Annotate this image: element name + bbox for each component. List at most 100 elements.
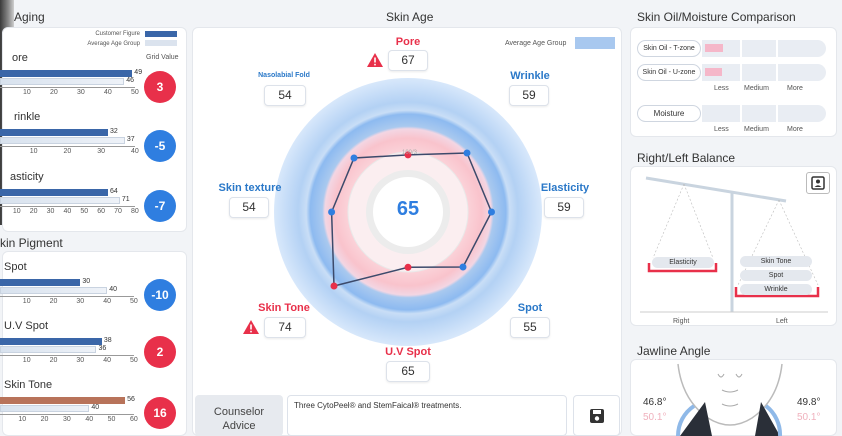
average-bar: [0, 78, 125, 85]
axis-tick-label: 20: [40, 416, 49, 423]
axis-tick-label: 60: [130, 416, 138, 423]
radar-point-skin-texture: [328, 208, 336, 216]
axis-tick-label: 10: [22, 298, 31, 305]
bar-axis: [0, 87, 135, 88]
app-root: Aging Customer Figure Average Age Group …: [0, 0, 842, 436]
grid-value-badge: 3: [144, 71, 176, 103]
customer-bar: [0, 70, 133, 77]
balance-left-item: Wrinkle: [740, 284, 812, 295]
oil-tzone-label: Skin Oil - T-zone: [637, 40, 701, 57]
axis-tick-label: 40: [104, 89, 112, 96]
save-button[interactable]: [573, 395, 620, 436]
balance-left-item: Skin Tone: [740, 256, 812, 267]
category-label-skin-texture: Skin texture: [218, 182, 282, 194]
average-value: 46: [126, 77, 134, 84]
axis-tick-label: 20: [49, 357, 58, 364]
metric-label: rinkle: [14, 111, 41, 123]
balance-right-label: Right: [673, 318, 690, 325]
axis-tick-label: 10: [12, 208, 21, 215]
jaw-left-value: 46.8°: [643, 397, 667, 408]
metric-label: Skin Tone: [4, 379, 53, 391]
axis-tick-label: 10: [18, 416, 27, 423]
axis-tick-label: 30: [63, 416, 71, 423]
metric-label: ore: [12, 52, 28, 64]
counselor-advice-input[interactable]: Three CytoPeel® and StemFaical® treatmen…: [287, 395, 567, 436]
customer-value: 56: [127, 396, 135, 403]
category-value-nasolabial-fold: 54: [264, 85, 306, 106]
average-bar: [0, 197, 120, 204]
axis-tick-label: 10: [29, 148, 38, 155]
warning-icon: [243, 320, 259, 334]
oil-moisture-title: Skin Oil/Moisture Comparison: [637, 10, 796, 24]
grid-value-badge: 2: [144, 336, 176, 368]
category-label-pore: Pore: [395, 36, 421, 48]
customer-bar: [0, 338, 102, 345]
axis-tick-label: 20: [49, 298, 58, 305]
counselor-label-line2: Advice: [222, 420, 256, 432]
grid-value-badge: -7: [144, 190, 176, 222]
balance-scale: [640, 176, 828, 313]
oil-uzone-fill: [705, 68, 722, 76]
warning-icon: [367, 53, 383, 67]
grid-value-badge: -10: [144, 279, 176, 311]
oil-tzone-more: [778, 40, 826, 57]
category-value-skin-texture: 54: [229, 197, 269, 218]
legend-customer-swatch: [145, 31, 177, 37]
axis-tick-label: 20: [63, 148, 72, 155]
jaw-right-avg: 50.1°: [797, 412, 821, 423]
axis-tick-label: 20: [50, 89, 58, 96]
axis-tick-label: 40: [103, 357, 111, 364]
axis-tick-label: 80: [131, 208, 139, 215]
axis-tick-label: 20: [29, 208, 38, 215]
legend-average-swatch: [145, 40, 177, 46]
balance-title: Right/Left Balance: [637, 151, 736, 165]
average-value: 37: [126, 136, 135, 143]
oil-uzone-label: Skin Oil - U-zone: [637, 64, 701, 81]
customer-bar: [0, 397, 126, 404]
bar-axis: [0, 355, 134, 356]
moisture-label: Moisture: [637, 105, 701, 122]
skin-age-legend-swatch: [575, 37, 615, 49]
average-bar: [0, 346, 97, 353]
moisture-medium: [742, 105, 776, 122]
metric-label: asticity: [10, 171, 44, 183]
grid-value-badge: -5: [144, 130, 176, 162]
category-label-spot: Spot: [517, 302, 543, 314]
scale-more-2: More: [787, 126, 803, 133]
radar-point-elasticity: [488, 208, 495, 216]
category-value-u-v-spot: 65: [386, 361, 430, 382]
category-label-elasticity: Elasticity: [540, 182, 590, 194]
category-value-spot: 55: [510, 317, 550, 338]
ring-label-top: 100/3: [402, 150, 418, 156]
average-value: 71: [121, 196, 130, 203]
oil-tzone-medium: [742, 40, 776, 57]
axis-tick-label: 30: [97, 148, 106, 155]
customer-bar: [0, 129, 108, 136]
legend-average-label: Average Age Group: [87, 41, 140, 47]
save-icon: [589, 408, 604, 423]
axis-tick-label: 70: [114, 208, 122, 215]
axis-tick-label: 50: [107, 416, 116, 423]
axis-tick-label: 10: [22, 357, 31, 364]
axis-tick-label: 30: [76, 357, 85, 364]
moisture-less: [702, 105, 740, 122]
customer-value: 64: [110, 188, 118, 195]
customer-value: 38: [103, 337, 112, 344]
category-label-wrinkle: Wrinkle: [510, 70, 550, 82]
aging-title: Aging: [14, 10, 45, 24]
average-bar: [0, 137, 125, 144]
oil-uzone-medium: [742, 64, 776, 81]
axis-tick-label: 60: [97, 208, 106, 215]
counselor-label: Counselor Advice: [195, 395, 283, 436]
category-label-nasolabial-fold: Nasolabial Fold: [258, 72, 310, 79]
oil-tzone-fill: [705, 44, 723, 52]
counselor-label-line1: Counselor: [213, 406, 265, 418]
metric-label: Spot: [4, 261, 27, 273]
customer-bar: [0, 189, 108, 196]
axis-tick-label: 50: [130, 298, 138, 305]
bar-axis: [0, 206, 135, 207]
average-bar: [0, 287, 108, 294]
axis-tick-label: 40: [63, 208, 72, 215]
customer-value: 30: [82, 278, 91, 285]
customer-value: 49: [134, 69, 143, 76]
